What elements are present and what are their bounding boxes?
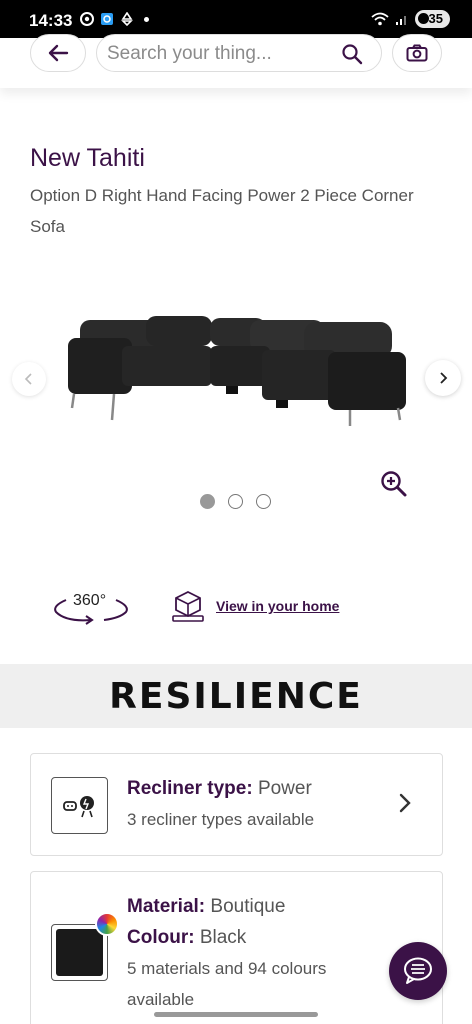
product-description: Option D Right Hand Facing Power 2 Piece…	[30, 186, 414, 236]
recliner-option-card[interactable]: Recliner type: Power 3 recliner types av…	[30, 753, 443, 856]
arrow-left-icon	[48, 44, 69, 62]
app-notification-icon	[101, 13, 113, 25]
status-time: 14:33	[29, 11, 73, 30]
view-in-home-link[interactable]: View in your home	[216, 598, 339, 614]
material-option-card[interactable]: Material: Boutique Colour: Black 5 mater…	[30, 871, 443, 1024]
signal-icon	[395, 16, 406, 25]
recliner-type-title: Recliner type: Power	[127, 778, 312, 800]
color-wheel-icon	[95, 912, 119, 936]
more-notifications-dot	[144, 16, 149, 22]
material-label: Material:	[127, 896, 206, 917]
brand-banner: RESILIENCE	[0, 664, 472, 728]
rotate-360-label: 360°	[73, 592, 107, 609]
top-header	[0, 34, 472, 88]
status-bar: 14:33 35	[0, 0, 472, 38]
search-bar[interactable]	[96, 34, 382, 72]
chrome-icon	[80, 12, 94, 26]
search-input[interactable]	[107, 41, 337, 67]
recliner-type-value: Power	[257, 778, 312, 799]
product-image[interactable]	[66, 312, 406, 432]
colour-value: Black	[199, 927, 247, 948]
view-in-home-button[interactable]: View in your home	[170, 588, 339, 624]
colour-title: Colour: Black	[127, 927, 246, 949]
camera-icon	[406, 44, 428, 62]
search-icon[interactable]	[341, 43, 363, 65]
chat-icon	[404, 957, 432, 984]
battery-saver-icon	[417, 13, 429, 24]
colour-label: Colour:	[127, 927, 195, 948]
battery-level: 35	[428, 11, 443, 26]
recycle-icon	[121, 12, 133, 26]
materials-colours-available: 5 materials and 94 colours available	[127, 959, 327, 1009]
zoom-in-icon	[381, 471, 407, 497]
back-button[interactable]	[30, 34, 86, 72]
colour-swatch	[56, 929, 103, 976]
material-value: Boutique	[210, 896, 286, 917]
product-name: New Tahiti	[30, 144, 145, 172]
zoom-button[interactable]	[380, 470, 408, 503]
gallery-dot-1[interactable]	[200, 494, 215, 509]
product-gallery[interactable]	[0, 290, 472, 440]
home-indicator[interactable]	[154, 1012, 318, 1017]
next-image-button[interactable]	[425, 360, 461, 396]
recliner-type-label: Recliner type:	[127, 778, 253, 799]
gallery-dot-2[interactable]	[228, 494, 243, 509]
gallery-dot-3[interactable]	[256, 494, 271, 509]
battery-indicator: 35	[414, 10, 450, 28]
recliner-types-available: 3 recliner types available	[127, 810, 315, 829]
camera-search-button[interactable]	[392, 34, 442, 72]
ar-box-icon	[172, 590, 204, 622]
chat-button[interactable]	[389, 942, 447, 1000]
rotate-360-button[interactable]: 360°	[50, 588, 132, 628]
gallery-pagination	[200, 494, 271, 509]
chevron-right-icon[interactable]	[398, 792, 412, 814]
wifi-icon	[370, 12, 389, 26]
recliner-icon-box	[51, 777, 108, 834]
chevron-left-icon	[24, 373, 32, 385]
brand-logo: RESILIENCE	[109, 675, 363, 717]
chevron-right-icon	[440, 372, 448, 384]
system-icons: 35	[370, 10, 450, 28]
power-recliner-icon	[62, 795, 94, 817]
material-title: Material: Boutique	[127, 896, 285, 918]
notification-icons	[80, 12, 149, 26]
previous-image-button[interactable]	[12, 362, 46, 396]
